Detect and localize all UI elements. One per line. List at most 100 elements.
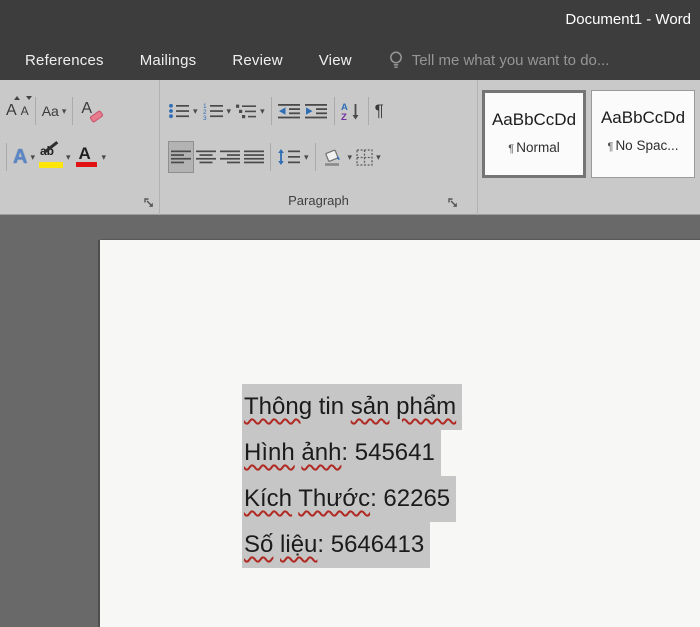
misspelled-word: sản bbox=[351, 393, 390, 420]
dropdown-arrow-icon: ▾ bbox=[193, 107, 198, 116]
line-spacing-button[interactable]: ▾ bbox=[275, 141, 311, 173]
style-preview: AaBbCcDd bbox=[485, 110, 583, 130]
align-right-icon bbox=[220, 150, 240, 164]
dropdown-arrow-icon: ▾ bbox=[376, 153, 381, 162]
misspelled-word: liệu bbox=[280, 531, 317, 558]
misspelled-word: Kích bbox=[244, 485, 292, 512]
misspelled-word: Thước bbox=[298, 485, 370, 512]
shading-button[interactable]: ▾ bbox=[320, 141, 355, 173]
bullets-button[interactable]: ▾ bbox=[166, 95, 200, 127]
font-color-icon: A bbox=[75, 144, 99, 170]
ribbon: A A Aa ▾ A bbox=[0, 80, 700, 215]
ribbon-tab-bar: References Mailings Review View Tell me … bbox=[0, 40, 700, 80]
align-center-icon bbox=[196, 150, 216, 164]
pilcrow-icon: ¶ bbox=[375, 101, 384, 121]
document-line[interactable]: Hình ảnh: 545641 bbox=[242, 430, 441, 476]
paint-bucket-icon bbox=[322, 148, 345, 167]
style-name: ¶Normal bbox=[485, 140, 583, 155]
line-spacing-icon bbox=[277, 148, 301, 166]
misspelled-word: phẩm bbox=[396, 393, 456, 420]
tab-review[interactable]: Review bbox=[232, 52, 282, 69]
dropdown-arrow-icon: ▾ bbox=[227, 107, 232, 116]
text-effects-icon: A bbox=[13, 147, 27, 167]
text-effects-button[interactable]: A ▾ bbox=[11, 141, 37, 173]
sort-icon: A Z bbox=[341, 101, 362, 121]
change-case-button[interactable]: Aa ▾ bbox=[40, 95, 69, 127]
tab-view[interactable]: View bbox=[319, 52, 352, 69]
borders-icon bbox=[356, 149, 373, 166]
misspelled-word: ảnh bbox=[301, 439, 341, 466]
style-name: ¶No Spac... bbox=[592, 138, 694, 153]
increase-indent-icon bbox=[305, 102, 328, 120]
text-highlight-color-button[interactable]: ab ▾ bbox=[37, 141, 73, 173]
misspelled-word: Số bbox=[244, 531, 273, 558]
window-title: Document1 - Word bbox=[565, 11, 691, 28]
svg-text:Z: Z bbox=[341, 112, 347, 121]
dropdown-arrow-icon: ▾ bbox=[30, 153, 35, 162]
bullets-icon bbox=[168, 102, 190, 120]
show-hide-formatting-button[interactable]: ¶ bbox=[373, 95, 386, 127]
separator bbox=[72, 97, 73, 125]
tab-references[interactable]: References bbox=[25, 52, 104, 69]
align-left-button[interactable] bbox=[168, 141, 194, 173]
decrease-indent-button[interactable] bbox=[276, 95, 303, 127]
numbering-button[interactable]: 1 2 3 ▾ bbox=[200, 95, 234, 127]
highlight-color-bar bbox=[39, 162, 63, 168]
dropdown-arrow-icon: ▾ bbox=[348, 153, 353, 162]
separator bbox=[35, 97, 36, 125]
style-preview: AaBbCcDd bbox=[592, 108, 694, 128]
document-area: Thông tin sản phẩmHình ảnh: 545641Kích T… bbox=[0, 215, 700, 627]
separator bbox=[334, 97, 335, 125]
style-card-no-spacing[interactable]: AaBbCcDd ¶No Spac... bbox=[591, 90, 695, 178]
align-right-button[interactable] bbox=[218, 141, 242, 173]
tab-mailings[interactable]: Mailings bbox=[140, 52, 197, 69]
paragraph-group-label: Paragraph bbox=[160, 193, 477, 208]
misspelled-word: Hình bbox=[244, 439, 295, 466]
document-line[interactable]: Số liệu: 5646413 bbox=[242, 522, 430, 568]
font-color-button[interactable]: A ▾ bbox=[73, 141, 109, 173]
font-group: A A Aa ▾ A bbox=[0, 80, 160, 215]
tell-me-box[interactable]: Tell me what you want to do... bbox=[388, 50, 610, 71]
decrease-indent-icon bbox=[278, 102, 301, 120]
svg-text:3: 3 bbox=[203, 115, 207, 120]
align-center-button[interactable] bbox=[194, 141, 218, 173]
shrink-font-button[interactable]: A bbox=[19, 95, 31, 127]
borders-button[interactable]: ▾ bbox=[354, 141, 383, 173]
separator bbox=[270, 143, 271, 171]
highlighter-icon: ab bbox=[39, 144, 63, 170]
document-page[interactable]: Thông tin sản phẩmHình ảnh: 545641Kích T… bbox=[100, 240, 700, 627]
numbering-icon: 1 2 3 bbox=[202, 102, 224, 120]
justify-button[interactable] bbox=[242, 141, 266, 173]
font-dialog-launcher[interactable] bbox=[144, 198, 155, 209]
dropdown-arrow-icon: ▾ bbox=[304, 153, 309, 162]
separator bbox=[271, 97, 272, 125]
sort-button[interactable]: A Z bbox=[339, 95, 364, 127]
shrink-font-caret-icon bbox=[26, 96, 32, 100]
tell-me-label: Tell me what you want to do... bbox=[412, 52, 610, 69]
pilcrow-icon: ¶ bbox=[508, 143, 514, 155]
clear-formatting-icon: A bbox=[79, 98, 103, 124]
lightbulb-icon bbox=[388, 50, 404, 71]
separator bbox=[6, 143, 7, 171]
increase-indent-button[interactable] bbox=[303, 95, 330, 127]
align-left-icon bbox=[171, 150, 191, 164]
separator bbox=[368, 97, 369, 125]
document-line[interactable]: Thông tin sản phẩm bbox=[242, 384, 462, 430]
styles-group: AaBbCcDd ¶Normal AaBbCcDd ¶No Spac... bbox=[478, 80, 700, 215]
pilcrow-icon: ¶ bbox=[608, 141, 614, 153]
dropdown-arrow-icon: ▾ bbox=[62, 107, 67, 116]
multilevel-list-button[interactable]: ▾ bbox=[233, 95, 267, 127]
document-line[interactable]: Kích Thước: 62265 bbox=[242, 476, 456, 522]
paragraph-dialog-launcher[interactable] bbox=[448, 198, 459, 209]
separator bbox=[315, 143, 316, 171]
clear-formatting-button[interactable]: A bbox=[77, 95, 105, 127]
dropdown-arrow-icon: ▾ bbox=[102, 153, 107, 162]
word-window: Document1 - Word References Mailings Rev… bbox=[0, 0, 700, 627]
misspelled-word: Thông bbox=[244, 393, 312, 420]
dropdown-arrow-icon: ▾ bbox=[66, 153, 71, 162]
dropdown-arrow-icon: ▾ bbox=[260, 107, 265, 116]
multilevel-list-icon bbox=[235, 102, 257, 120]
selected-text-block: Thông tin sản phẩmHình ảnh: 545641Kích T… bbox=[242, 384, 462, 568]
style-card-normal[interactable]: AaBbCcDd ¶Normal bbox=[482, 90, 586, 178]
grow-font-button[interactable]: A bbox=[4, 95, 19, 127]
